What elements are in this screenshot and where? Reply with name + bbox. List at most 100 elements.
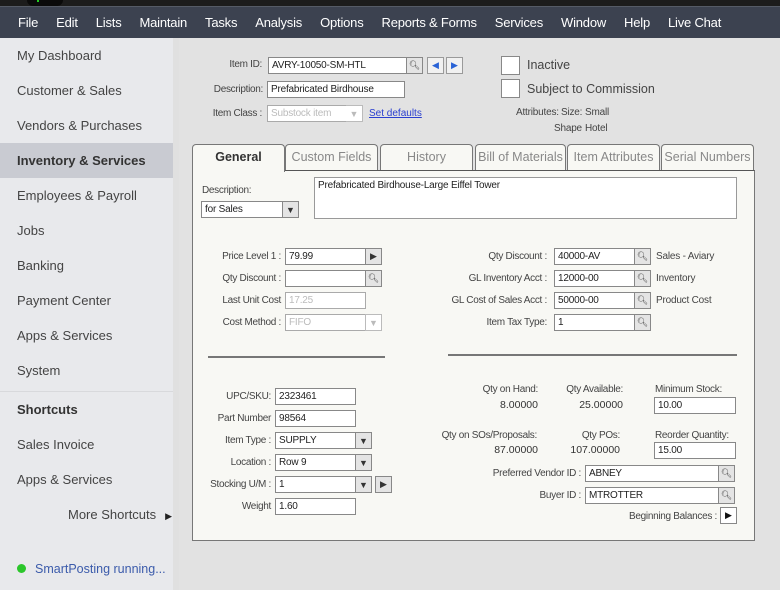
section-divider-right [448,354,737,356]
gl-inventory-input[interactable]: 12000-00 [554,270,635,287]
weight-label: Weight [241,501,271,512]
sidebar-item-inventory-services[interactable]: Inventory & Services [0,143,173,178]
description-for-select[interactable]: for Sales [201,201,283,218]
reorder-input[interactable]: 15.00 [654,442,736,459]
price-level-label: Price Level 1 : [222,251,281,262]
stocking-um-select[interactable]: 1 [275,476,356,493]
menu-analysis[interactable]: Analysis [255,15,302,30]
min-stock-input[interactable]: 10.00 [654,397,736,414]
smartposting-status[interactable]: SmartPosting running... [17,562,166,576]
item-type-dropdown-button[interactable]: ▼ [355,432,372,449]
sidebar-item-customer-sales[interactable]: Customer & Sales [0,73,173,108]
triangle-right-icon: ▶ [725,510,732,520]
menu-options[interactable]: Options [320,15,364,30]
tax-type-lookup-button[interactable]: 🔍︎ [634,314,651,331]
gl-sales-input[interactable]: 40000-AV [554,248,635,265]
inactive-checkbox[interactable] [501,56,520,75]
cost-method-dropdown-button[interactable]: ▼ [365,314,382,331]
menu-help[interactable]: Help [624,15,650,30]
location-dropdown-button[interactable]: ▼ [355,454,372,471]
buyer-id-input[interactable]: MTROTTER [585,487,719,504]
qty-pos-value: 107.00000 [570,444,620,456]
sidebar-item-banking[interactable]: Banking [0,248,173,283]
qty-discount-lookup-button[interactable]: 🔍︎ [365,270,382,287]
next-item-button[interactable]: ▶ [446,57,463,74]
shortcut-sales-invoice[interactable]: Sales Invoice [0,427,173,462]
menu-services[interactable]: Services [495,15,543,30]
beginning-balances-label: Beginning Balances : [629,511,717,522]
gl-cos-input[interactable]: 50000-00 [554,292,635,309]
tax-type-label: Item Tax Type: [486,317,548,328]
sidebar-item-my-dashboard[interactable]: My Dashboard [0,38,173,73]
item-id-label: Item ID: [229,59,262,70]
item-type-select[interactable]: SUPPLY [275,432,356,449]
preferred-vendor-input[interactable]: ABNEY [585,465,719,482]
shape-label: Shape [554,123,582,134]
description-for-dropdown-button[interactable]: ▼ [282,201,299,218]
stocking-um-details-button[interactable]: ▶ [375,476,392,493]
tab-custom-fields[interactable]: Custom Fields [285,144,378,171]
menu-tasks[interactable]: Tasks [205,15,237,30]
triangle-right-icon: ▶ [165,511,173,521]
search-icon: 🔍︎ [720,490,733,500]
tab-serial-numbers[interactable]: Serial Numbers [661,144,754,171]
cost-method-select[interactable]: FIFO [285,314,366,331]
price-level-input[interactable]: 79.99 [285,248,366,265]
location-select[interactable]: Row 9 [275,454,356,471]
sidebar-item-system[interactable]: System [0,353,173,388]
item-class-select[interactable]: Substock item [267,105,347,122]
upc-label: UPC/SKU: [226,391,271,402]
menu-maintain[interactable]: Maintain [140,15,188,30]
upc-input[interactable]: 2323461 [275,388,356,405]
beginning-balances-button[interactable]: ▶ [720,507,737,524]
menu-live-chat[interactable]: Live Chat [668,15,721,30]
size-label: Size: [561,107,583,118]
set-defaults-link[interactable]: Set defaults [369,108,422,119]
gl-cos-lookup-button[interactable]: 🔍︎ [634,292,651,309]
preferred-vendor-lookup-button[interactable]: 🔍︎ [718,465,735,482]
item-id-input[interactable]: AVRY-10050-SM-HTL [268,57,407,74]
general-description-label: Description: [202,185,252,196]
item-id-lookup-button[interactable]: 🔍︎ [406,57,423,74]
tab-history[interactable]: History [380,144,473,171]
menu-bar: File Edit Lists Maintain Tasks Analysis … [0,6,780,38]
qty-on-hand-label: Qty on Hand: [482,384,539,395]
chevron-down-icon: ▼ [359,435,368,446]
description-textarea[interactable]: Prefabricated Birdhouse-Large Eiffel Tow… [314,177,737,219]
qty-discount-input[interactable] [285,270,366,287]
triangle-left-icon: ◀ [432,60,439,70]
menu-window[interactable]: Window [561,15,606,30]
item-class-dropdown-button[interactable]: ▼ [346,105,363,122]
sidebar-item-vendors-purchases[interactable]: Vendors & Purchases [0,108,173,143]
search-icon: 🔍︎ [408,60,421,70]
gl-sales-lookup-button[interactable]: 🔍︎ [634,248,651,265]
shortcut-apps-services[interactable]: Apps & Services [0,462,173,497]
gl-sales-description: Sales - Aviary [656,251,715,262]
stocking-um-dropdown-button[interactable]: ▼ [355,476,372,493]
qty-sos-value: 87.00000 [494,444,538,456]
sidebar-item-jobs[interactable]: Jobs [0,213,173,248]
chevron-down-icon: ▼ [359,457,368,468]
menu-lists[interactable]: Lists [96,15,122,30]
sidebar-item-employees-payroll[interactable]: Employees & Payroll [0,178,173,213]
previous-item-button[interactable]: ◀ [427,57,444,74]
sidebar-item-apps-services[interactable]: Apps & Services [0,318,173,353]
tab-general[interactable]: General [192,144,285,172]
tab-item-attributes[interactable]: Item Attributes [567,144,660,171]
qty-available-label: Qty Available: [566,384,623,395]
part-number-input[interactable]: 98564 [275,410,356,427]
menu-file[interactable]: File [18,15,38,30]
commission-checkbox[interactable] [501,79,520,98]
buyer-id-lookup-button[interactable]: 🔍︎ [718,487,735,504]
weight-input[interactable]: 1.60 [275,498,356,515]
menu-edit[interactable]: Edit [56,15,78,30]
tab-bill-of-materials[interactable]: Bill of Materials [475,144,566,171]
sidebar-item-payment-center[interactable]: Payment Center [0,283,173,318]
menu-reports-forms[interactable]: Reports & Forms [382,15,477,30]
more-shortcuts-button[interactable]: More Shortcuts ▶ [0,497,173,532]
search-icon: 🔍︎ [636,273,649,283]
price-levels-button[interactable]: ▶ [365,248,382,265]
gl-inventory-lookup-button[interactable]: 🔍︎ [634,270,651,287]
tax-type-input[interactable]: 1 [554,314,635,331]
description-input[interactable]: Prefabricated Birdhouse [267,81,405,98]
